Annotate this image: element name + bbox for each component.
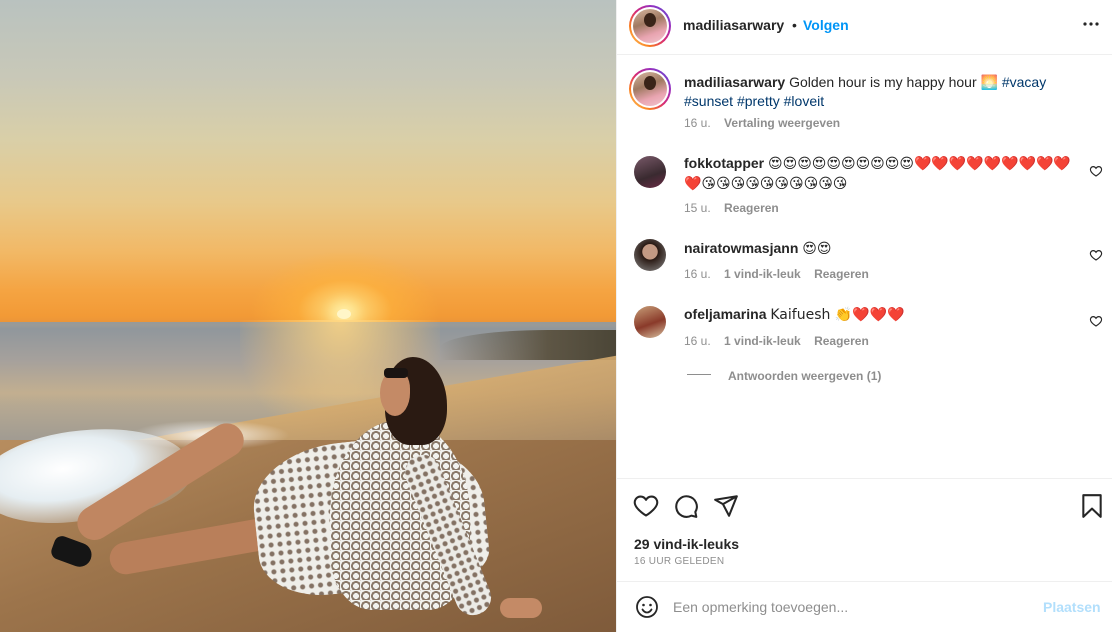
comment: nairatowmasjann 😍😍 — [684, 239, 1079, 259]
more-horizontal-icon[interactable] — [1079, 12, 1103, 36]
view-replies-button[interactable]: Antwoorden weergeven (1) — [728, 369, 881, 383]
comment-username[interactable]: fokkotapper — [684, 155, 764, 171]
caption-username[interactable]: madiliasarwary — [684, 74, 785, 90]
follow-button[interactable]: Volgen — [803, 17, 849, 33]
smiley-icon[interactable] — [635, 595, 659, 619]
post-comment-button[interactable]: Plaatsen — [1043, 599, 1101, 615]
author-avatar[interactable] — [629, 5, 671, 47]
comment: fokkotapper 😍😍😍😍😍😍😍😍😍😍❤️❤️❤️❤️❤️❤️❤️❤️❤️… — [684, 154, 1079, 194]
person-hand — [500, 598, 542, 618]
hashtag[interactable]: #sunset — [684, 93, 733, 109]
comment-like-heart-icon[interactable] — [1089, 314, 1103, 328]
comment-text: Kaifuesh 👏❤️❤️❤️ — [770, 307, 905, 323]
comment-time[interactable]: 15 u. — [684, 201, 711, 215]
separator-dot: • — [792, 17, 797, 33]
hashtag[interactable]: #pretty — [737, 93, 780, 109]
caption-text: Golden hour is my happy hour — [789, 74, 981, 90]
comment-meta: 15 u. Reageren — [684, 201, 779, 215]
comment-avatar[interactable] — [634, 306, 666, 338]
comment-time[interactable]: 16 u. — [684, 334, 711, 348]
comment-meta: 16 u. 1 vind-ik-leuk Reageren — [684, 334, 869, 348]
comment-input[interactable] — [673, 595, 1033, 619]
comments-list[interactable]: madiliasarwary Golden hour is my happy h… — [617, 56, 1112, 476]
caption-avatar[interactable] — [629, 68, 671, 110]
comment-like-heart-icon[interactable] — [1089, 248, 1103, 262]
comment-meta: 16 u. 1 vind-ik-leuk Reageren — [684, 267, 869, 281]
comment-time[interactable]: 16 u. — [684, 267, 711, 281]
send-icon[interactable] — [713, 493, 739, 519]
bookmark-icon[interactable] — [1079, 493, 1105, 519]
reply-link[interactable]: Reageren — [724, 201, 779, 215]
sun — [337, 309, 351, 319]
heart-icon[interactable] — [633, 493, 659, 519]
caption: madiliasarwary Golden hour is my happy h… — [684, 73, 1079, 110]
comment-icon[interactable] — [673, 493, 699, 519]
caption-meta: 16 u. Vertaling weergeven — [684, 116, 840, 130]
translate-link[interactable]: Vertaling weergeven — [724, 116, 840, 130]
hashtag[interactable]: #loveit — [784, 93, 824, 109]
comment: ofeljamarina Kaifuesh 👏❤️❤️❤️ — [684, 305, 1079, 325]
likes-count[interactable]: 29 vind-ik-leuks — [634, 536, 739, 552]
action-bar: 29 vind-ik-leuks 16 UUR GELEDEN — [617, 478, 1112, 582]
reply-link[interactable]: Reageren — [814, 267, 869, 281]
comment-likes[interactable]: 1 vind-ik-leuk — [724, 334, 801, 348]
post-timestamp[interactable]: 16 UUR GELEDEN — [634, 556, 724, 567]
caption-time[interactable]: 16 u. — [684, 116, 711, 130]
post-header: madiliasarwary • Volgen — [617, 0, 1112, 55]
comment-avatar[interactable] — [634, 156, 666, 188]
post-photo[interactable] — [0, 0, 616, 632]
comment-username[interactable]: ofeljamarina — [684, 306, 766, 322]
person-sunglasses — [384, 368, 408, 378]
caption-emoji: 🌅 — [980, 75, 998, 91]
add-comment-bar: Plaatsen — [617, 581, 1112, 632]
comment-username[interactable]: nairatowmasjann — [684, 240, 798, 256]
replies-divider — [687, 374, 711, 375]
comment-likes[interactable]: 1 vind-ik-leuk — [724, 267, 801, 281]
comment-avatar[interactable] — [634, 239, 666, 271]
comment-text: 😍😍 — [802, 241, 832, 257]
comment-like-heart-icon[interactable] — [1089, 164, 1103, 178]
post-panel: madiliasarwary • Volgen madiliasarwary G… — [616, 0, 1112, 632]
author-username[interactable]: madiliasarwary — [683, 17, 784, 33]
hashtag[interactable]: #vacay — [1002, 74, 1046, 90]
reply-link[interactable]: Reageren — [814, 334, 869, 348]
